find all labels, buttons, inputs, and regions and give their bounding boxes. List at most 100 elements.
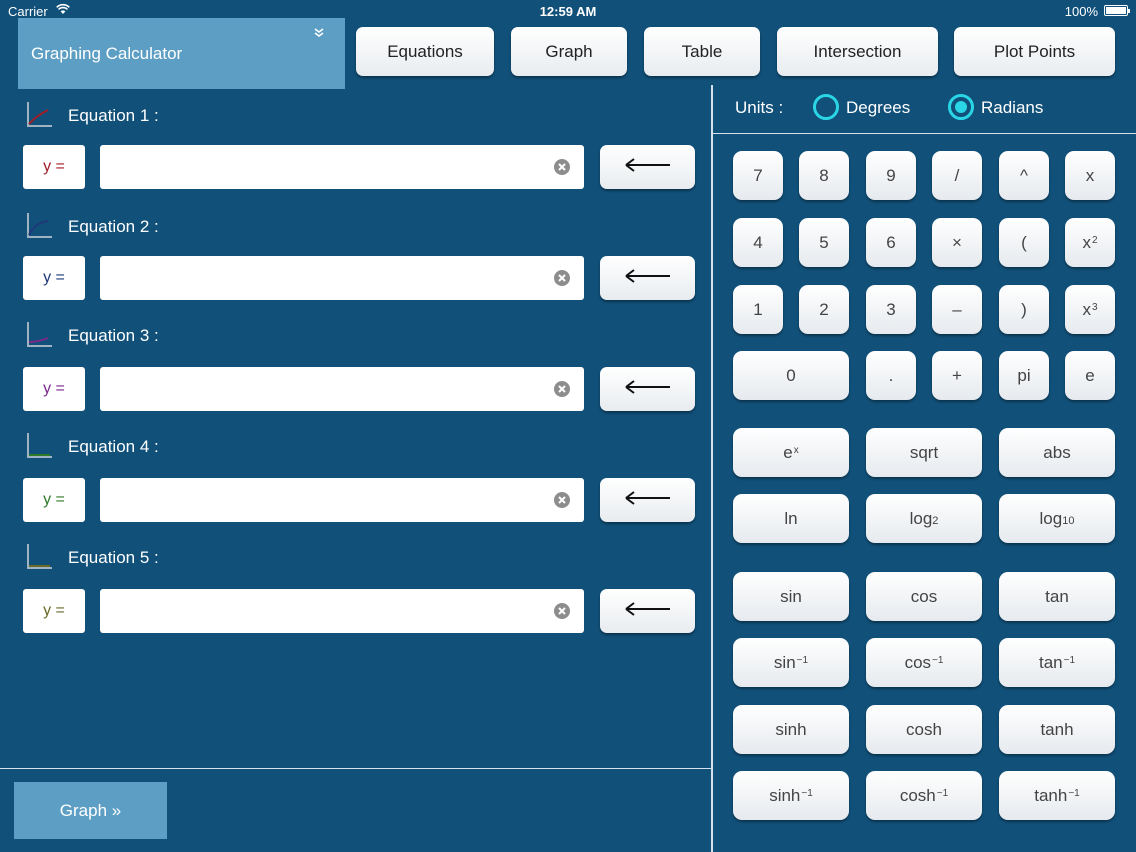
clear-icon[interactable] — [554, 492, 570, 508]
equation-4-input[interactable] — [100, 478, 584, 522]
key-arccosh[interactable]: cosh −1 — [866, 771, 982, 820]
equation-3-input[interactable] — [100, 367, 584, 411]
degrees-label[interactable]: Degrees — [846, 98, 910, 118]
battery-percentage: 100% — [1064, 4, 1098, 19]
key-open-paren[interactable]: ( — [999, 218, 1049, 267]
equation-1-label: Equation 1 : — [68, 106, 159, 125]
key-superscript: 3 — [1091, 302, 1098, 313]
equation-4-backspace-button[interactable] — [600, 478, 695, 522]
key-decimal[interactable]: . — [866, 351, 916, 400]
key-label: cosh — [899, 785, 936, 805]
key-tanh[interactable]: tanh — [999, 705, 1115, 754]
arrow-left-icon — [624, 601, 672, 621]
key-4[interactable]: 4 — [733, 218, 783, 267]
key-log10[interactable]: log 10 — [999, 494, 1115, 543]
key-superscript: −1 — [1063, 655, 1076, 666]
clear-icon[interactable] — [554, 603, 570, 619]
key-subscript: 10 — [1062, 514, 1075, 527]
units-label: Units : — [735, 98, 784, 117]
key-9[interactable]: 9 — [866, 151, 916, 200]
tab-plot-points[interactable]: Plot Points — [954, 27, 1115, 76]
key-cosh[interactable]: cosh — [866, 705, 982, 754]
tab-equations[interactable]: Equations — [356, 27, 494, 76]
battery-icon — [1104, 5, 1130, 16]
key-sqrt[interactable]: sqrt — [866, 428, 982, 477]
key-pi[interactable]: pi — [999, 351, 1049, 400]
key-cos[interactable]: cos — [866, 572, 982, 621]
equation-1-prefix: y = — [23, 145, 85, 189]
key-minus[interactable]: – — [932, 285, 982, 334]
tab-intersection[interactable]: Intersection — [777, 27, 938, 76]
equation-4-label: Equation 4 : — [68, 437, 159, 456]
clear-icon[interactable] — [554, 381, 570, 397]
equation-1-backspace-button[interactable] — [600, 145, 695, 189]
tab-table[interactable]: Table — [644, 27, 760, 76]
key-plus[interactable]: + — [932, 351, 982, 400]
key-7[interactable]: 7 — [733, 151, 783, 200]
graph-axes-icon — [24, 100, 54, 135]
key-superscript: −1 — [936, 788, 949, 799]
key-sinh[interactable]: sinh — [733, 705, 849, 754]
key-sin[interactable]: sin — [733, 572, 849, 621]
key-exp[interactable]: ex — [733, 428, 849, 477]
degrees-radio[interactable] — [813, 94, 839, 120]
key-arcsinh[interactable]: sinh −1 — [733, 771, 849, 820]
equation-5-input[interactable] — [100, 589, 584, 633]
key-power[interactable]: ^ — [999, 151, 1049, 200]
key-divide[interactable]: / — [932, 151, 982, 200]
key-close-paren[interactable]: ) — [999, 285, 1049, 334]
key-3[interactable]: 3 — [866, 285, 916, 334]
key-label: cos — [904, 652, 932, 672]
key-x-squared[interactable]: x2 — [1065, 218, 1115, 267]
key-multiply[interactable]: × — [932, 218, 982, 267]
app-title: Graphing Calculator — [31, 44, 183, 63]
key-label: x — [1082, 299, 1091, 319]
graph-axes-icon — [24, 320, 54, 355]
key-x[interactable]: x — [1065, 151, 1115, 200]
arrow-left-icon — [624, 379, 672, 399]
key-5[interactable]: 5 — [799, 218, 849, 267]
key-8[interactable]: 8 — [799, 151, 849, 200]
double-chevron-down-icon[interactable] — [313, 26, 325, 44]
equation-2-input[interactable] — [100, 256, 584, 300]
key-label: tan — [1038, 652, 1063, 672]
equation-5-backspace-button[interactable] — [600, 589, 695, 633]
app-title-panel[interactable]: Graphing Calculator — [18, 18, 345, 89]
key-label: sinh — [769, 785, 801, 805]
key-log2[interactable]: log 2 — [866, 494, 982, 543]
units-divider — [713, 133, 1136, 134]
radians-radio[interactable] — [948, 94, 974, 120]
equation-3-prefix: y = — [23, 367, 85, 411]
key-superscript: −1 — [801, 788, 813, 799]
key-arcsin[interactable]: sin −1 — [733, 638, 849, 687]
clear-icon[interactable] — [554, 270, 570, 286]
key-superscript: −1 — [932, 655, 944, 666]
key-0[interactable]: 0 — [733, 351, 849, 400]
tab-graph[interactable]: Graph — [511, 27, 627, 76]
key-arctanh[interactable]: tanh −1 — [999, 771, 1115, 820]
clear-icon[interactable] — [554, 159, 570, 175]
equation-5-label: Equation 5 : — [68, 548, 159, 567]
key-1[interactable]: 1 — [733, 285, 783, 334]
key-ln[interactable]: ln — [733, 494, 849, 543]
key-2[interactable]: 2 — [799, 285, 849, 334]
key-label: log — [909, 508, 933, 528]
key-superscript: x — [793, 445, 799, 456]
graph-axes-icon — [24, 431, 54, 466]
key-6[interactable]: 6 — [866, 218, 916, 267]
key-e[interactable]: e — [1065, 351, 1115, 400]
key-arccos[interactable]: cos −1 — [866, 638, 982, 687]
key-abs[interactable]: abs — [999, 428, 1115, 477]
key-tan[interactable]: tan — [999, 572, 1115, 621]
equation-1-input[interactable] — [100, 145, 584, 189]
equation-2-backspace-button[interactable] — [600, 256, 695, 300]
key-x-cubed[interactable]: x3 — [1065, 285, 1115, 334]
footer-divider — [0, 768, 711, 769]
equation-3-backspace-button[interactable] — [600, 367, 695, 411]
graph-axes-icon — [24, 542, 54, 577]
key-arctan[interactable]: tan −1 — [999, 638, 1115, 687]
radians-label[interactable]: Radians — [981, 98, 1043, 118]
graph-button[interactable]: Graph » — [14, 782, 167, 839]
key-superscript: −1 — [796, 655, 809, 666]
graph-axes-icon — [24, 211, 54, 246]
